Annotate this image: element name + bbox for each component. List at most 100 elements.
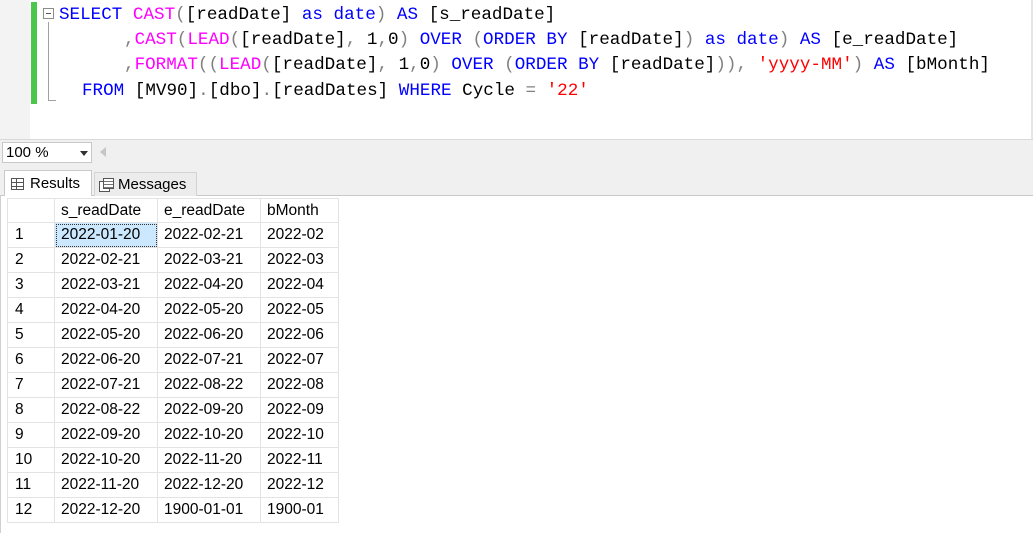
sql-token: , — [124, 55, 135, 75]
cell-e_readDate[interactable]: 1900-01-01 — [157, 497, 261, 523]
tab-results[interactable]: Results — [4, 170, 92, 196]
messages-icon — [99, 178, 114, 192]
cell-s_readDate[interactable]: 2022-09-20 — [54, 422, 158, 448]
cell-s_readDate[interactable]: 2022-06-20 — [54, 347, 158, 373]
table-row[interactable]: 10 2022-10-20 2022-11-20 2022-11 — [7, 447, 339, 473]
cell-bMonth[interactable]: 2022-12 — [260, 472, 339, 498]
collapse-box-icon[interactable] — [43, 8, 54, 19]
outline-guide — [48, 22, 49, 100]
cell-s_readDate[interactable]: 2022-07-21 — [54, 372, 158, 398]
sql-token: CAST — [134, 30, 177, 50]
cell-e_readDate[interactable]: 2022-02-21 — [157, 222, 261, 248]
cell-bMonth[interactable]: 2022-08 — [260, 372, 339, 398]
row-number[interactable]: 6 — [7, 347, 55, 373]
cell-e_readDate[interactable]: 2022-07-21 — [157, 347, 261, 373]
grid-corner[interactable] — [7, 198, 55, 223]
sql-token: . — [198, 81, 209, 101]
table-row[interactable]: 9 2022-09-20 2022-10-20 2022-10 — [7, 422, 339, 448]
column-header-e_readDate[interactable]: e_readDate — [157, 198, 261, 223]
row-number[interactable]: 5 — [7, 322, 55, 348]
cell-e_readDate[interactable]: 2022-12-20 — [157, 472, 261, 498]
row-number[interactable]: 1 — [7, 222, 55, 248]
cell-e_readDate[interactable]: 2022-09-20 — [157, 397, 261, 423]
sql-token: OVER — [451, 55, 505, 75]
cell-e_readDate[interactable]: 2022-06-20 — [157, 322, 261, 348]
sql-token: [readDate] — [271, 55, 378, 75]
cell-s_readDate[interactable]: 2022-10-20 — [54, 447, 158, 473]
chevron-down-icon[interactable] — [80, 151, 88, 156]
cell-s_readDate[interactable]: 2022-01-20 — [54, 222, 158, 248]
row-number[interactable]: 11 — [7, 472, 55, 498]
sql-token: AS — [873, 55, 906, 75]
column-header-bMonth[interactable]: bMonth — [260, 198, 339, 223]
cell-bMonth[interactable]: 2022-07 — [260, 347, 339, 373]
cell-bMonth[interactable]: 2022-09 — [260, 397, 339, 423]
sql-token: CAST — [132, 5, 176, 25]
sql-token: [e_readDate] — [831, 30, 959, 50]
sql-token: 1 — [366, 30, 378, 50]
cell-e_readDate[interactable]: 2022-03-21 — [157, 247, 261, 273]
sql-token: ( — [229, 30, 241, 50]
tab-messages[interactable]: Messages — [94, 172, 197, 196]
table-row[interactable]: 4 2022-04-20 2022-05-20 2022-05 — [7, 297, 339, 323]
sql-line-4[interactable]: FROM [MV90].[dbo].[readDates] WHERE Cycl… — [82, 79, 589, 103]
row-number[interactable]: 12 — [7, 497, 55, 523]
row-number[interactable]: 7 — [7, 372, 55, 398]
row-number[interactable]: 8 — [7, 397, 55, 423]
cell-bMonth[interactable]: 2022-03 — [260, 247, 339, 273]
table-row[interactable]: 7 2022-07-21 2022-08-22 2022-08 — [7, 372, 339, 398]
sql-token: ORDER — [514, 55, 579, 75]
table-row[interactable]: 8 2022-08-22 2022-09-20 2022-09 — [7, 397, 339, 423]
table-row[interactable]: 6 2022-06-20 2022-07-21 2022-07 — [7, 347, 339, 373]
cell-bMonth[interactable]: 1900-01 — [260, 497, 339, 523]
sql-token: ORDER — [483, 30, 547, 50]
sql-token: , — [124, 30, 135, 50]
sql-line-2[interactable]: ,CAST(LEAD([readDate], 1,0) OVER (ORDER … — [124, 28, 958, 52]
scroll-left-icon[interactable] — [100, 147, 106, 157]
table-row[interactable]: 5 2022-05-20 2022-06-20 2022-06 — [7, 322, 339, 348]
cell-s_readDate[interactable]: 2022-04-20 — [54, 297, 158, 323]
sql-token: ) — [778, 30, 800, 50]
table-row[interactable]: 1 2022-01-20 2022-02-21 2022-02 — [7, 222, 339, 248]
cell-e_readDate[interactable]: 2022-08-22 — [157, 372, 261, 398]
table-row[interactable]: 12 2022-12-20 1900-01-01 1900-01 — [7, 497, 339, 523]
table-row[interactable]: 2 2022-02-21 2022-03-21 2022-03 — [7, 247, 339, 273]
table-row[interactable]: 11 2022-11-20 2022-12-20 2022-12 — [7, 472, 339, 498]
cell-bMonth[interactable]: 2022-11 — [260, 447, 339, 473]
cell-bMonth[interactable]: 2022-02 — [260, 222, 339, 248]
table-row[interactable]: 3 2022-03-21 2022-04-20 2022-04 — [7, 272, 339, 298]
cell-e_readDate[interactable]: 2022-11-20 — [157, 447, 261, 473]
row-number[interactable]: 2 — [7, 247, 55, 273]
cell-s_readDate[interactable]: 2022-02-21 — [54, 247, 158, 273]
cell-s_readDate[interactable]: 2022-12-20 — [54, 497, 158, 523]
cell-bMonth[interactable]: 2022-04 — [260, 272, 339, 298]
sql-token: as — [704, 30, 737, 50]
zoom-dropdown[interactable]: 100 % — [2, 142, 92, 163]
sql-token: Cycle — [462, 81, 526, 101]
zoom-value: 100 % — [6, 144, 49, 161]
cell-bMonth[interactable]: 2022-05 — [260, 297, 339, 323]
cell-s_readDate[interactable]: 2022-08-22 — [54, 397, 158, 423]
cell-s_readDate[interactable]: 2022-11-20 — [54, 472, 158, 498]
cell-s_readDate[interactable]: 2022-05-20 — [54, 322, 158, 348]
sql-token: (( — [197, 55, 220, 75]
cell-s_readDate[interactable]: 2022-03-21 — [54, 272, 158, 298]
column-header-s_readDate[interactable]: s_readDate — [54, 198, 158, 223]
sql-token: ( — [175, 5, 186, 25]
tab-results-label: Results — [30, 174, 81, 192]
sql-line-1[interactable]: SELECT CAST([readDate] as date) AS [s_re… — [59, 3, 555, 27]
cell-e_readDate[interactable]: 2022-05-20 — [157, 297, 261, 323]
row-number[interactable]: 9 — [7, 422, 55, 448]
cell-bMonth[interactable]: 2022-06 — [260, 322, 339, 348]
row-number[interactable]: 10 — [7, 447, 55, 473]
row-number[interactable]: 4 — [7, 297, 55, 323]
cell-bMonth[interactable]: 2022-10 — [260, 422, 339, 448]
query-editor[interactable]: SELECT CAST([readDate] as date) AS [s_re… — [0, 0, 1033, 139]
cell-e_readDate[interactable]: 2022-10-20 — [157, 422, 261, 448]
sql-token: [MV90] — [134, 81, 199, 101]
row-number[interactable]: 3 — [7, 272, 55, 298]
sql-line-3[interactable]: ,FORMAT((LEAD([readDate], 1,0) OVER (ORD… — [124, 53, 990, 77]
cell-e_readDate[interactable]: 2022-04-20 — [157, 272, 261, 298]
sql-token: 1 — [398, 55, 410, 75]
sql-token: BY — [546, 30, 579, 50]
